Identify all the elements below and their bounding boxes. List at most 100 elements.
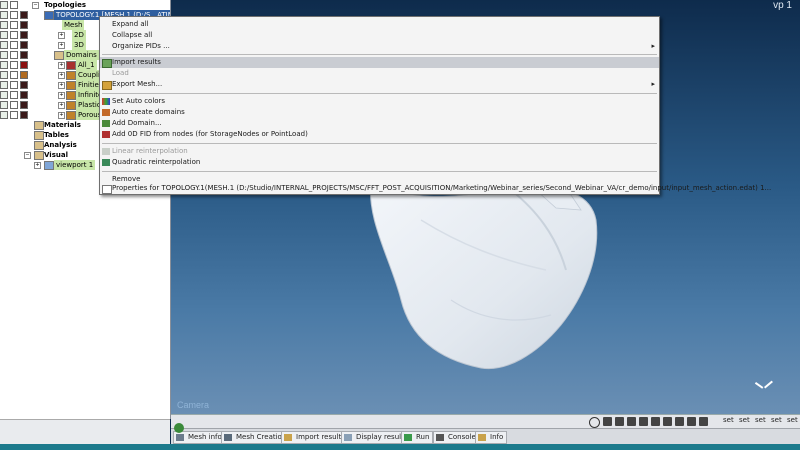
domain-icon [66, 61, 76, 70]
visibility-toggles[interactable] [0, 61, 30, 69]
view-set-label[interactable]: set [771, 416, 782, 424]
tab-info[interactable]: Info [475, 431, 508, 444]
menu-label: Export Mesh... [112, 80, 163, 88]
menu-label: Quadratic reinterpolation [112, 158, 201, 166]
tree-label: All_1 [76, 60, 97, 70]
view-toolbar: set set set set set [171, 414, 800, 429]
tab-mesh-info[interactable]: Mesh info [173, 431, 226, 444]
menu-separator [102, 171, 657, 172]
topology-icon [44, 11, 54, 20]
tree-label: 2D [72, 30, 86, 40]
visibility-toggles[interactable] [0, 101, 30, 109]
expand-icon[interactable]: + [58, 92, 65, 99]
visibility-toggles[interactable] [0, 91, 30, 99]
axis-triad-icon [756, 382, 776, 394]
tree-label: Mesh [62, 20, 85, 30]
info-icon [478, 434, 486, 441]
tab-mesh-creation[interactable]: Mesh Creation [221, 431, 291, 444]
display-results-icon [344, 434, 352, 441]
viewport-label: vp 1 [773, 0, 792, 11]
visibility-toggles[interactable] [0, 81, 30, 89]
tree-panel-footer [0, 419, 184, 445]
tree-label: Topologies [44, 1, 87, 9]
view-set-label[interactable]: set [755, 416, 766, 424]
expand-icon[interactable]: + [58, 102, 65, 109]
visibility-toggles[interactable] [0, 31, 30, 39]
folder-icon [34, 151, 44, 160]
expand-icon[interactable]: + [58, 32, 65, 39]
tab-import-results[interactable]: Import results [281, 431, 349, 444]
visibility-toggles[interactable] [0, 51, 30, 59]
menu-item-import-results[interactable]: Import results [100, 57, 659, 68]
view-cube-icon[interactable] [639, 417, 648, 426]
expand-icon[interactable]: + [58, 62, 65, 69]
menu-item-collapse-all[interactable]: Collapse all [100, 30, 659, 41]
expand-icon[interactable]: + [58, 112, 65, 119]
menu-item-expand-all[interactable]: Expand all [100, 19, 659, 30]
tree-label: Domains [64, 50, 99, 60]
collapse-icon[interactable]: − [32, 2, 39, 9]
view-cube-icon[interactable] [699, 417, 708, 426]
view-cube-icon[interactable] [651, 417, 660, 426]
menu-label: Import results [112, 58, 161, 66]
folder-icon [34, 121, 44, 130]
expand-icon[interactable]: + [58, 72, 65, 79]
menu-item-linear-reinterpolation[interactable]: Linear reinterpolation [100, 146, 659, 157]
tab-label: Mesh info [188, 433, 222, 441]
visibility-toggles[interactable] [0, 71, 30, 79]
visibility-toggles[interactable] [0, 41, 30, 49]
menu-item-quadratic-reinterpolation[interactable]: Quadratic reinterpolation [100, 157, 659, 168]
tree-row-topologies[interactable]: − Topologies [0, 0, 170, 10]
tab-label: Display results [356, 433, 408, 441]
view-cube-icon[interactable] [675, 417, 684, 426]
viewport-icon [44, 161, 54, 170]
view-set-label[interactable]: set [739, 416, 750, 424]
menu-item-properties[interactable]: Properties for TOPOLOGY.1(MESH.1 (D:/Stu… [100, 183, 771, 194]
tree-label: Visual [44, 151, 68, 159]
view-cube-icon[interactable] [663, 417, 672, 426]
expand-icon[interactable]: + [58, 42, 65, 49]
tab-label: Run [416, 433, 430, 441]
menu-item-add-0d-fid[interactable]: Add 0D FID from nodes (for StorageNodes … [100, 129, 659, 140]
view-set-label[interactable]: set [787, 416, 798, 424]
expand-icon[interactable]: + [34, 162, 41, 169]
folder-icon [34, 131, 44, 140]
import-results-icon [284, 434, 292, 441]
menu-item-export-mesh[interactable]: Export Mesh... ▸ [100, 79, 659, 90]
zoom-icon[interactable] [589, 417, 600, 428]
quadratic-reinterpolation-icon [102, 159, 110, 166]
import-results-icon [102, 59, 112, 68]
menu-item-load[interactable]: Load [100, 68, 659, 79]
domain-icon [66, 91, 76, 100]
tab-run[interactable]: Run [401, 431, 434, 444]
menu-item-set-auto-colors[interactable]: Set Auto colors [100, 96, 659, 107]
menu-label: Collapse all [112, 31, 153, 39]
tab-console[interactable]: Console [433, 431, 480, 444]
export-mesh-icon [102, 81, 112, 90]
view-set-label[interactable]: set [723, 416, 734, 424]
visibility-toggles[interactable] [0, 21, 30, 29]
menu-item-organize-pids[interactable]: Organize PIDs ... ▸ [100, 41, 659, 52]
menu-label: Set Auto colors [112, 97, 166, 105]
view-cube-icon[interactable] [627, 417, 636, 426]
tree-label: Tables [44, 131, 69, 139]
collapse-icon[interactable]: − [24, 152, 31, 159]
visibility-toggles[interactable] [0, 11, 30, 19]
menu-label: Properties for TOPOLOGY.1(MESH.1 (D:/Stu… [112, 184, 772, 192]
expand-icon[interactable]: + [58, 82, 65, 89]
view-cube-icon[interactable] [603, 417, 612, 426]
tab-label: Import results [296, 433, 345, 441]
view-cube-icon[interactable] [615, 417, 624, 426]
view-cube-icon[interactable] [687, 417, 696, 426]
domain-icon [66, 111, 76, 120]
menu-label: Expand all [112, 20, 149, 28]
tree-label: 3D [72, 40, 86, 50]
tree-label: viewport 1 [54, 160, 96, 170]
domain-icon [66, 101, 76, 110]
menu-item-auto-create-domains[interactable]: Auto create domains [100, 107, 659, 118]
visibility-toggles[interactable] [0, 1, 30, 9]
menu-item-add-domain[interactable]: Add Domain... [100, 118, 659, 129]
visibility-toggles[interactable] [0, 111, 30, 119]
status-bar [0, 444, 800, 450]
tab-label: Info [490, 433, 504, 441]
